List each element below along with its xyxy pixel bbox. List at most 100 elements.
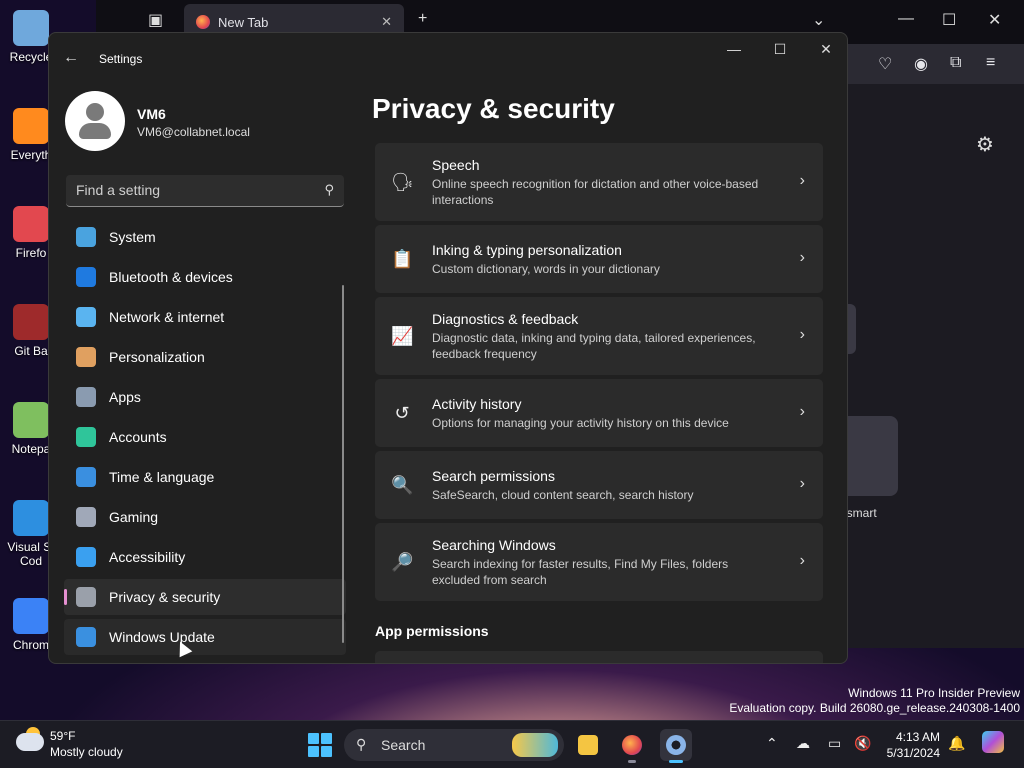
close-icon[interactable]: ✕ xyxy=(811,41,841,58)
search-highlight-icon xyxy=(512,733,558,757)
nav-scrollbar[interactable] xyxy=(342,285,344,643)
gamepad-icon xyxy=(76,507,96,527)
sync-icon xyxy=(76,627,96,647)
sidebar-item-network-internet[interactable]: Network & internet xyxy=(64,299,346,335)
firefox-icon xyxy=(622,735,642,755)
card-title: Diagnostics & feedback xyxy=(432,310,579,327)
section-header: App permissions xyxy=(375,623,489,639)
onedrive-icon[interactable]: ☁ xyxy=(796,735,810,752)
chevron-right-icon: › xyxy=(799,172,805,189)
firefox-button[interactable] xyxy=(616,729,648,763)
clock-time: 4:13 AM xyxy=(895,730,940,744)
taskbar-search-label: Search xyxy=(381,737,426,753)
back-arrow-icon[interactable]: ← xyxy=(63,49,79,67)
search-icon: ⚲ xyxy=(356,736,367,752)
clock[interactable]: 4:13 AM 5/31/2024 xyxy=(884,729,940,761)
settings-card-search-permissions[interactable]: 🔍 Search permissions SafeSearch, cloud con… xyxy=(375,451,823,519)
sidebar-item-label: Gaming xyxy=(109,509,159,525)
sidebar-item-accounts[interactable]: Accounts xyxy=(64,419,346,455)
sidebar-item-label: Apps xyxy=(109,389,141,405)
desktop-shortcut-label: Chrom xyxy=(12,638,49,652)
sidebar-item-label: Time & language xyxy=(109,469,215,485)
chevron-down-icon[interactable]: ⌄ xyxy=(812,10,825,30)
account-icon[interactable]: ◉ xyxy=(914,54,928,74)
app-title: Settings xyxy=(99,52,143,66)
settings-card-diagnostics-feedback[interactable]: 📈 Diagnostics & feedback Diagnostic data, … xyxy=(375,297,823,375)
app-icon xyxy=(13,402,49,438)
sidebar-item-system[interactable]: System xyxy=(64,219,346,255)
settings-nav: System Bluetooth & devices Network & inter… xyxy=(64,219,346,659)
card-title: Activity history xyxy=(432,395,522,412)
card-description: Custom dictionary, words in your diction… xyxy=(432,261,660,276)
sidebar-item-bluetooth-devices[interactable]: Bluetooth & devices xyxy=(64,259,346,295)
sidebar-item-privacy-security[interactable]: Privacy & security xyxy=(64,579,346,615)
tab-list-icon[interactable]: ▣ xyxy=(148,10,163,30)
monitor-icon xyxy=(76,227,96,247)
chevron-up-icon[interactable]: ⌃ xyxy=(766,735,778,752)
close-tab-icon[interactable]: ✕ xyxy=(381,14,392,30)
windows-logo-icon xyxy=(321,746,332,757)
desktop-shortcut-label: Everyth xyxy=(10,148,52,162)
shield-icon xyxy=(76,587,96,607)
settings-card[interactable] xyxy=(375,651,823,663)
globe-clock-icon xyxy=(76,467,96,487)
new-tab-icon[interactable]: + xyxy=(418,10,427,28)
sidebar-item-accessibility[interactable]: Accessibility xyxy=(64,539,346,575)
chevron-right-icon: › xyxy=(799,403,805,420)
windows-logo-icon xyxy=(308,733,319,744)
sidebar-item-personalization[interactable]: Personalization xyxy=(64,339,346,375)
menu-icon[interactable]: ≡ xyxy=(986,54,995,72)
windows-logo-icon xyxy=(308,746,319,757)
settings-app-button[interactable] xyxy=(660,729,692,763)
running-indicator xyxy=(628,760,636,763)
user-name: VM6 xyxy=(137,106,166,122)
minimize-icon[interactable]: — xyxy=(898,10,914,28)
desktop-shortcut-label: Notepa xyxy=(11,442,51,456)
chevron-right-icon: › xyxy=(799,249,805,266)
sidebar-item-label: Privacy & security xyxy=(109,589,221,605)
chevron-right-icon: › xyxy=(799,326,805,343)
taskbar-search[interactable]: ⚲ Search xyxy=(344,729,564,761)
volume-muted-icon[interactable]: 🔇 xyxy=(854,735,871,752)
settings-window: ← Settings — ☐ ✕ VM6 VM6@collabnet.local… xyxy=(48,32,848,664)
search-icon[interactable]: ⚲ xyxy=(324,182,334,198)
sidebar-item-time-language[interactable]: Time & language xyxy=(64,459,346,495)
gear-icon[interactable]: ⚙ xyxy=(976,132,994,157)
apps-icon xyxy=(76,387,96,407)
settings-card-searching-windows[interactable]: 🔎 Searching Windows Search indexing for fa… xyxy=(375,523,823,601)
sidebar-item-gaming[interactable]: Gaming xyxy=(64,499,346,535)
history-icon: ↺ xyxy=(394,403,410,423)
weather-condition: Mostly cloudy xyxy=(50,745,123,759)
file-explorer-button[interactable] xyxy=(572,729,604,761)
maximize-icon[interactable]: ☐ xyxy=(765,41,795,58)
display-icon[interactable]: ▭ xyxy=(828,735,841,752)
maximize-icon[interactable]: ☐ xyxy=(942,10,956,30)
avatar xyxy=(65,91,125,151)
search-shield-icon: 🔍 xyxy=(391,475,414,495)
settings-card-inking-typing-personalization[interactable]: 📋 Inking & typing personalization Custom d… xyxy=(375,225,823,293)
person-icon xyxy=(76,427,96,447)
card-title: Inking & typing personalization xyxy=(432,241,622,258)
gear-icon xyxy=(666,735,686,755)
card-title: Searching Windows xyxy=(432,536,556,553)
sidebar-item-apps[interactable]: Apps xyxy=(64,379,346,415)
sidebar-item-windows-update[interactable]: Windows Update xyxy=(64,619,346,655)
start-button[interactable] xyxy=(308,733,332,757)
close-icon[interactable]: ✕ xyxy=(988,10,1001,30)
pocket-icon[interactable]: ♡ xyxy=(878,54,892,74)
settings-card-activity-history[interactable]: ↺ Activity history Options for managing yo… xyxy=(375,379,823,447)
wifi-icon xyxy=(76,307,96,327)
settings-card-speech[interactable]: 🗣 Speech Online speech recognition for dic… xyxy=(375,143,823,221)
bell-icon[interactable]: 🔔 xyxy=(948,735,965,752)
app-icon xyxy=(13,304,49,340)
card-description: Options for managing your activity histo… xyxy=(432,415,729,430)
copilot-icon[interactable] xyxy=(982,731,1004,753)
card-description: Diagnostic data, inking and typing data,… xyxy=(432,330,756,361)
sidebar-item-label: Windows Update xyxy=(109,629,215,645)
find-setting-box: ⚲ xyxy=(66,175,344,207)
extensions-icon[interactable]: ⧉ xyxy=(950,54,961,72)
weather-temp: 59°F xyxy=(50,729,76,743)
minimize-icon[interactable]: — xyxy=(719,41,749,57)
search-input[interactable] xyxy=(66,175,306,205)
browser-tab-title: New Tab xyxy=(218,14,269,30)
